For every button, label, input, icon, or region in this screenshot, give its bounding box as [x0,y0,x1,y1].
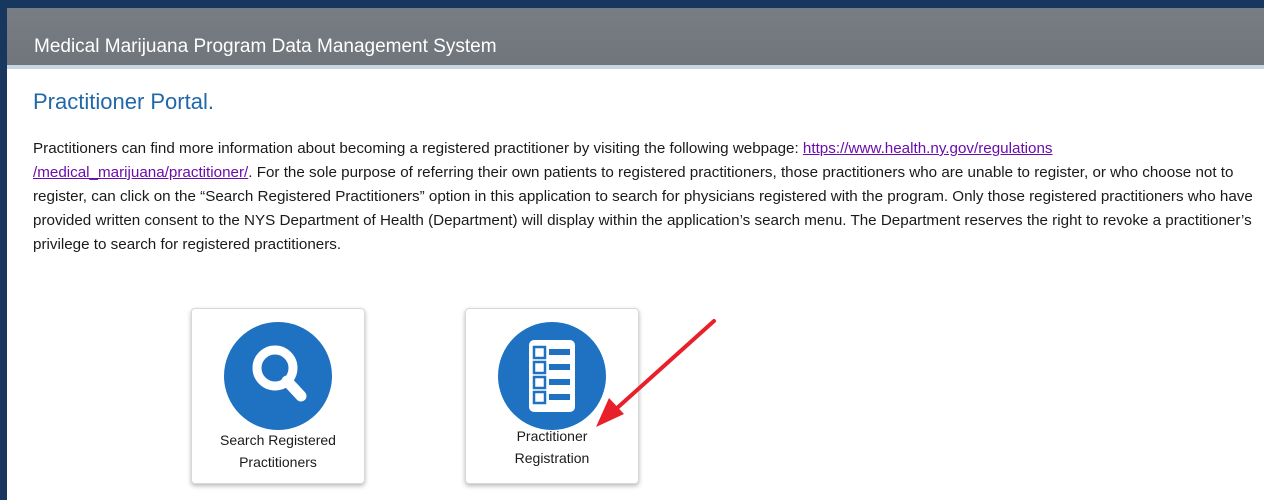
magnifier-icon [224,322,332,430]
intro-paragraph: Practitioners can find more information … [33,137,1261,257]
registration-tile-label-line2: Registration [514,450,590,466]
page-title: Practitioner Portal. [33,89,214,114]
search-tile-label: Search Registered Practitioners [192,429,364,473]
search-registered-practitioners-tile[interactable]: Search Registered Practitioners [191,308,365,484]
app-title: Medical Marijuana Program Data Managemen… [34,36,497,57]
practitioner-info-link-part1[interactable]: https://www.health.ny.gov/regulations [803,140,1053,157]
intro-text-before-link: Practitioners can find more information … [33,140,803,157]
app-header-bar: Medical Marijuana Program Data Managemen… [7,8,1264,69]
search-tile-label-line1: Search Registered [220,432,336,448]
practitioner-info-link-part2[interactable]: /medical_marijuana/practitioner/ [33,164,248,181]
annotation-arrow-icon [596,319,716,427]
registration-tile-label-line1: Practitioner [516,428,588,444]
window-frame-top [0,0,1264,8]
registration-tile-label: Practitioner Registration [466,425,638,469]
window-frame-left [0,0,7,500]
search-tile-label-line2: Practitioners [239,454,317,470]
